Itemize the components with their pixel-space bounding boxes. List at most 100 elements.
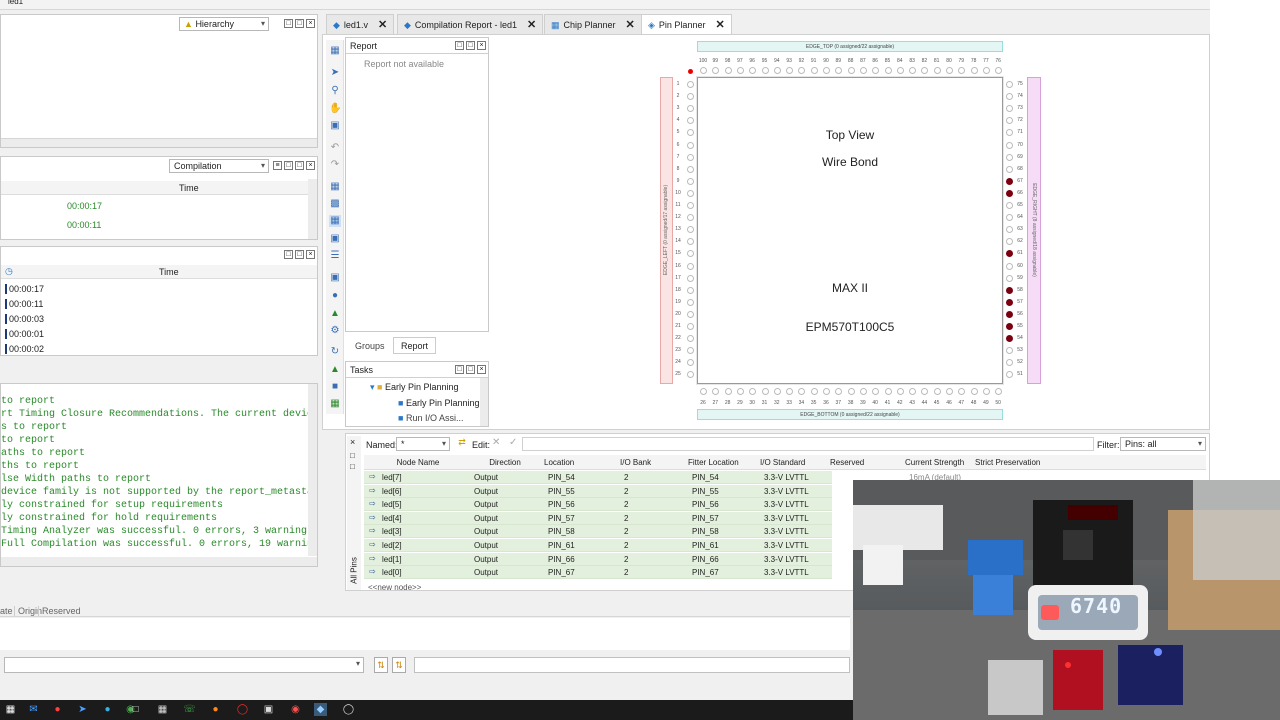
package-pin[interactable] [1006, 153, 1013, 161]
table-cell[interactable]: 2 [624, 485, 628, 498]
column-header[interactable]: Fitter Location [688, 456, 758, 469]
named-filter-input[interactable]: * [396, 437, 450, 451]
table-cell[interactable]: PIN_54 [692, 471, 719, 484]
close-icon[interactable]: × [306, 250, 315, 259]
settings-icon[interactable]: ■ [329, 381, 341, 393]
float-icon[interactable]: □ [284, 161, 293, 170]
table-cell[interactable]: 3.3-V LVTTL [764, 566, 809, 579]
opera-icon[interactable]: ◯ [236, 703, 249, 716]
table-cell[interactable]: 3.3-V LVTTL [764, 512, 809, 525]
table-cell[interactable]: PIN_61 [692, 539, 719, 552]
column-header[interactable]: Strict Preservation [975, 456, 1055, 469]
tab-led1-v[interactable]: ◆ led1.v ✕ [326, 14, 395, 35]
package-pin[interactable] [724, 67, 732, 74]
filter-icon[interactable]: ⚙ [329, 325, 341, 337]
package-pin[interactable] [773, 67, 781, 74]
package-pin[interactable] [982, 388, 990, 395]
package-pin[interactable] [1006, 81, 1013, 88]
table-cell[interactable]: 3.3-V LVTTL [764, 553, 809, 566]
firefox-icon[interactable]: ● [209, 703, 222, 716]
table-row[interactable] [364, 498, 832, 512]
table-cell[interactable]: Output [474, 471, 498, 484]
close-icon[interactable]: × [306, 161, 315, 170]
assigned-pin[interactable] [1006, 298, 1013, 306]
package-pin[interactable] [773, 388, 781, 395]
table-cell[interactable]: PIN_56 [692, 498, 719, 511]
package-pin[interactable] [687, 286, 694, 294]
package-pin[interactable] [700, 388, 707, 395]
close-icon[interactable]: × [306, 19, 315, 28]
table-cell[interactable]: PIN_57 [692, 512, 719, 525]
package-icon[interactable]: ▩ [329, 198, 341, 210]
package-pin[interactable] [687, 81, 694, 88]
obs-icon[interactable]: ◯ [342, 703, 355, 716]
close-icon[interactable]: ✕ [715, 15, 724, 35]
table-cell[interactable]: Output [474, 512, 498, 525]
browser-icon[interactable]: ◉ [289, 703, 302, 716]
diff-pin-icon[interactable]: ▣ [329, 233, 341, 245]
expand-arrow-icon[interactable]: ▾ [370, 382, 375, 392]
close-icon[interactable]: × [350, 437, 355, 447]
table-icon[interactable]: ▦ [329, 398, 341, 410]
package-pin[interactable] [687, 262, 694, 270]
calc-icon[interactable]: ▦ [156, 703, 169, 716]
package-pin[interactable] [933, 67, 941, 74]
package-pin[interactable] [736, 388, 744, 395]
cancel-edit-icon[interactable]: ✕ [492, 437, 500, 448]
maximize-icon[interactable]: □ [350, 462, 355, 471]
all-pins-vertical-tab[interactable]: All Pins [350, 551, 359, 591]
package-pin[interactable] [687, 153, 694, 161]
table-row[interactable] [364, 511, 832, 525]
package-pin[interactable] [1006, 262, 1013, 270]
table-row[interactable] [364, 552, 832, 566]
package-pin[interactable] [847, 388, 855, 395]
edge-icon[interactable]: ● [101, 703, 114, 716]
start-icon[interactable]: ▦ [4, 703, 17, 716]
redo-icon[interactable]: ↷ [329, 159, 341, 171]
filter-dropdown[interactable]: Pins: all [1120, 437, 1206, 451]
edit-value-input[interactable] [522, 437, 1094, 451]
hierarchy-hscroll[interactable] [1, 138, 317, 147]
video-icon[interactable]: ▣ [262, 703, 275, 716]
signal-icon[interactable]: ▲ [329, 308, 341, 320]
table-cell[interactable]: PIN_66 [692, 553, 719, 566]
package-pin[interactable] [687, 274, 694, 282]
close-icon[interactable]: ✕ [378, 15, 387, 35]
table-cell[interactable]: PIN_55 [548, 485, 575, 498]
table-cell[interactable]: Output [474, 553, 498, 566]
table-cell[interactable]: led[1] [382, 553, 402, 566]
tasks-vscroll[interactable] [480, 378, 488, 426]
compilation-dropdown[interactable]: Compilation [169, 159, 269, 173]
table-cell[interactable]: PIN_67 [692, 566, 719, 579]
table-row[interactable] [364, 539, 832, 552]
table-cell[interactable]: Output [474, 566, 498, 579]
package-pin[interactable] [687, 323, 694, 330]
task-early-pin-planning-folder[interactable]: ▾ ■ Early Pin Planning [370, 382, 459, 393]
table-row[interactable] [364, 484, 832, 498]
table-cell[interactable]: Output [474, 539, 498, 552]
refresh-icon[interactable]: ↻ [329, 346, 341, 358]
package-pin[interactable] [884, 67, 892, 74]
table-cell[interactable]: 3.3-V LVTTL [764, 471, 809, 484]
messages-vscroll[interactable] [308, 384, 317, 556]
pin-view-icon[interactable]: ▦ [329, 45, 341, 57]
sort-down-icon[interactable]: ⇅ [392, 657, 406, 673]
accept-edit-icon[interactable]: ✓ [509, 437, 517, 448]
io-bank-icon[interactable]: ▦ [329, 215, 341, 227]
export-icon[interactable]: ▲ [329, 364, 341, 376]
table-cell[interactable]: 3.3-V LVTTL [764, 498, 809, 511]
table-row[interactable] [364, 566, 832, 580]
close-icon[interactable]: × [477, 365, 486, 374]
table-cell[interactable]: 2 [624, 553, 628, 566]
table-cell[interactable]: 2 [624, 539, 628, 552]
column-header[interactable]: Current Strength [905, 456, 973, 469]
report-tab[interactable]: Report [393, 337, 437, 354]
quartus-icon[interactable]: ◆ [314, 703, 327, 716]
edit-pin-icon[interactable]: ⇄ [455, 437, 469, 450]
table-cell[interactable]: led[2] [382, 539, 402, 552]
table-cell[interactable]: led[5] [382, 498, 402, 511]
command-dropdown[interactable] [4, 657, 364, 673]
legend-icon[interactable]: ☰ [329, 250, 341, 262]
property-tab-reserved[interactable]: Reserved [38, 606, 81, 616]
assigned-pin[interactable] [1006, 323, 1013, 330]
